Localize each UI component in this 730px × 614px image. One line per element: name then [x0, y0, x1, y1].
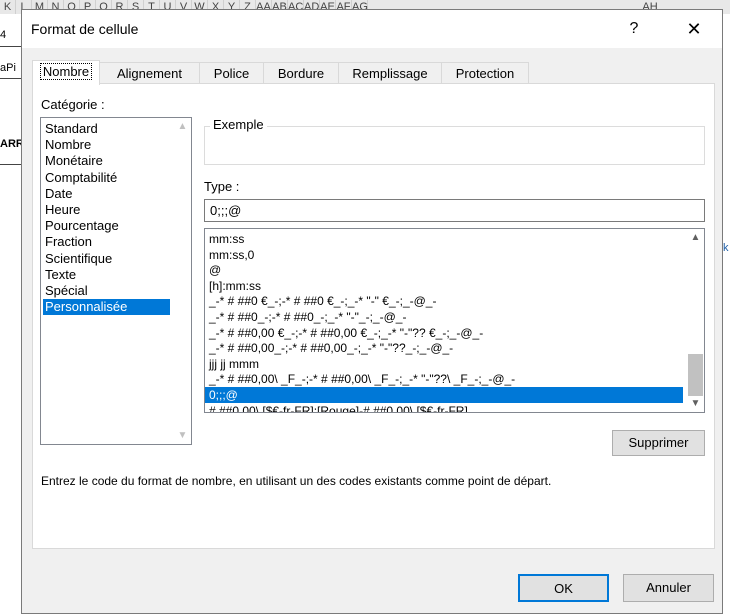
tab-remplissage[interactable]: Remplissage: [338, 62, 442, 83]
right-sheet-edge: k: [723, 14, 730, 614]
category-item[interactable]: Spécial: [43, 283, 88, 299]
tab-bordure[interactable]: Bordure: [263, 62, 339, 83]
category-label: Catégorie :: [41, 97, 105, 112]
tab-label: Nombre: [39, 63, 93, 80]
category-item[interactable]: Date: [43, 186, 72, 202]
category-list[interactable]: ▲ ▼ Standard Nombre Monétaire Comptabilité D…: [40, 117, 192, 445]
format-item[interactable]: [h]:mm:ss: [205, 278, 683, 294]
category-item[interactable]: Nombre: [43, 137, 91, 153]
tab-protection[interactable]: Protection: [441, 62, 529, 83]
format-item[interactable]: 0;;;@: [205, 387, 683, 403]
tab-nombre[interactable]: Nombre: [32, 60, 100, 85]
format-item[interactable]: _-* # ##0,00 €_-;-* # ##0,00 €_-;_-* "-"…: [205, 325, 683, 341]
category-item[interactable]: Personnalisée: [43, 299, 170, 316]
tab-label: Alignement: [116, 66, 183, 81]
chevron-down-icon[interactable]: ▼: [174, 427, 191, 444]
format-cells-dialog: Format de cellule ? ✕ Nombre Alignement …: [21, 9, 723, 614]
category-item[interactable]: Monétaire: [43, 153, 103, 169]
tab-police[interactable]: Police: [199, 62, 264, 83]
format-item[interactable]: _-* # ##0 €_-;-* # ##0 €_-;_-* "-" €_-;_…: [205, 293, 683, 309]
category-item[interactable]: Fraction: [43, 234, 92, 250]
cell-fragment[interactable]: k: [723, 242, 729, 254]
chevron-up-icon[interactable]: ▲: [174, 118, 191, 135]
category-item[interactable]: Heure: [43, 202, 80, 218]
category-item[interactable]: Scientifique: [43, 251, 112, 267]
left-cells: 4 aPi ARRG: [0, 14, 23, 614]
close-icon[interactable]: ✕: [680, 16, 708, 42]
hint-text: Entrez le code du format de nombre, en u…: [41, 474, 552, 488]
cell-fragment[interactable]: ARRG: [0, 124, 22, 165]
help-icon[interactable]: ?: [620, 16, 648, 42]
delete-button[interactable]: Supprimer: [612, 430, 705, 456]
tab-alignement[interactable]: Alignement: [99, 62, 200, 83]
nombre-panel: Catégorie : ▲ ▼ Standard Nombre Monétaire C…: [32, 83, 715, 549]
tab-label: Protection: [455, 66, 515, 81]
example-label: Exemple: [210, 117, 267, 132]
dialog-title: Format de cellule: [31, 21, 139, 37]
cancel-button[interactable]: Annuler: [623, 574, 714, 602]
ok-button[interactable]: OK: [518, 574, 609, 602]
example-group: [204, 126, 705, 165]
cell-fragment[interactable]: 4: [0, 24, 22, 47]
format-item[interactable]: jjj jj mmm: [205, 356, 683, 372]
tab-label: Police: [213, 66, 250, 81]
tab-label: Bordure: [277, 66, 325, 81]
type-input[interactable]: 0;;;@: [204, 199, 705, 222]
category-item[interactable]: Standard: [43, 121, 98, 137]
scrollbar-thumb[interactable]: [688, 354, 703, 396]
format-item[interactable]: @: [205, 262, 683, 278]
category-item[interactable]: Comptabilité: [43, 170, 117, 186]
format-list[interactable]: ▲ ▼ mm:ss mm:ss,0 @ [h]:mm:ss _-* # ##0 €_-;…: [204, 228, 705, 413]
delete-button-label: Supprimer: [628, 435, 689, 450]
format-item[interactable]: mm:ss: [205, 231, 683, 247]
format-item[interactable]: _-* # ##0_-;-* # ##0_-;_-* "-"_-;_-@_-: [205, 309, 683, 325]
chevron-up-icon[interactable]: ▲: [687, 229, 704, 246]
column-header[interactable]: K: [0, 0, 16, 14]
format-item[interactable]: _-* # ##0,00_-;-* # ##0,00_-;_-* "-"??_-…: [205, 340, 683, 356]
category-item[interactable]: Texte: [43, 267, 76, 283]
format-item[interactable]: mm:ss,0: [205, 247, 683, 263]
format-item[interactable]: # ##0,00\ [$€-fr-FR];[Rouge]-# ##0,00\ […: [205, 403, 683, 412]
dialog-titlebar: Format de cellule ? ✕: [22, 10, 722, 48]
format-item[interactable]: _-* # ##0,00\ _F_-;-* # ##0,00\ _F_-;_-*…: [205, 371, 683, 387]
cell-fragment[interactable]: aPi: [0, 58, 22, 79]
tab-label: Remplissage: [352, 66, 428, 81]
format-scrollbar[interactable]: ▲ ▼: [687, 229, 704, 412]
category-scrollbar[interactable]: ▲ ▼: [174, 118, 191, 444]
chevron-down-icon[interactable]: ▼: [687, 395, 704, 412]
type-label: Type :: [204, 179, 240, 194]
category-item[interactable]: Pourcentage: [43, 218, 119, 234]
